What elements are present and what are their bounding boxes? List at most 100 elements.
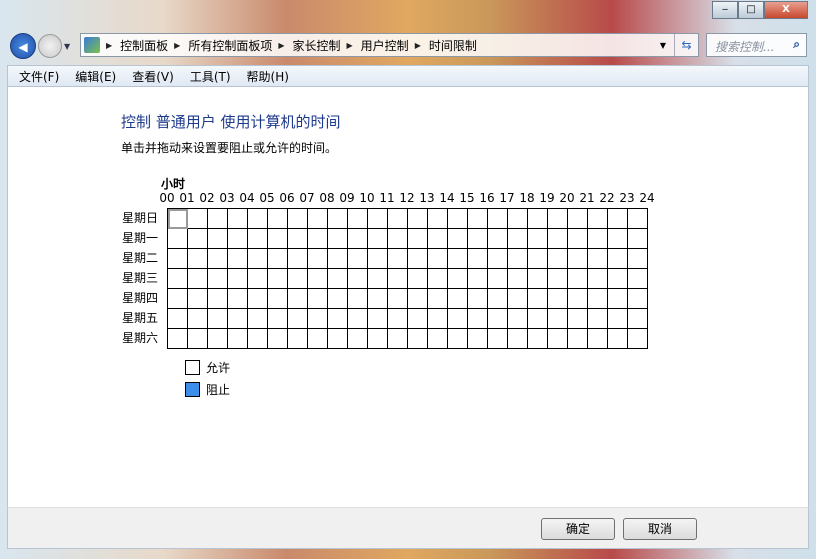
time-cell[interactable] xyxy=(268,309,288,329)
refresh-icon[interactable]: ⇆ xyxy=(674,34,698,56)
time-cell[interactable] xyxy=(628,209,648,229)
time-cell[interactable] xyxy=(468,249,488,269)
time-cell[interactable] xyxy=(408,289,428,309)
chevron-right-icon[interactable]: ▶ xyxy=(106,41,112,50)
time-cell[interactable] xyxy=(628,229,648,249)
search-icon[interactable]: ⌕ xyxy=(793,37,800,52)
time-cell[interactable] xyxy=(348,229,368,249)
time-cell[interactable] xyxy=(428,269,448,289)
time-cell[interactable] xyxy=(508,329,528,349)
time-cell[interactable] xyxy=(248,229,268,249)
time-cell[interactable] xyxy=(508,309,528,329)
chevron-right-icon[interactable]: ▶ xyxy=(415,41,421,50)
time-cell[interactable] xyxy=(628,249,648,269)
time-cell[interactable] xyxy=(528,309,548,329)
time-cell[interactable] xyxy=(448,269,468,289)
time-cell[interactable] xyxy=(548,209,568,229)
time-cell[interactable] xyxy=(308,249,328,269)
time-cell[interactable] xyxy=(388,309,408,329)
time-cell[interactable] xyxy=(328,209,348,229)
time-cell[interactable] xyxy=(248,269,268,289)
time-cell[interactable] xyxy=(228,269,248,289)
time-cell[interactable] xyxy=(488,209,508,229)
chevron-right-icon[interactable]: ▶ xyxy=(174,41,180,50)
time-cell[interactable] xyxy=(168,269,188,289)
time-cell[interactable] xyxy=(408,329,428,349)
time-cell[interactable] xyxy=(488,289,508,309)
time-cell[interactable] xyxy=(208,209,228,229)
time-cell[interactable] xyxy=(468,209,488,229)
time-cell[interactable] xyxy=(288,309,308,329)
time-cell[interactable] xyxy=(388,229,408,249)
time-cell[interactable] xyxy=(368,309,388,329)
time-cell[interactable] xyxy=(328,289,348,309)
time-cell[interactable] xyxy=(508,269,528,289)
time-cell[interactable] xyxy=(528,229,548,249)
time-cell[interactable] xyxy=(568,289,588,309)
time-cell[interactable] xyxy=(408,269,428,289)
time-cell[interactable] xyxy=(168,229,188,249)
time-cell[interactable] xyxy=(568,229,588,249)
minimize-button[interactable]: ‒ xyxy=(712,1,738,19)
time-cell[interactable] xyxy=(268,229,288,249)
time-cell[interactable] xyxy=(428,289,448,309)
time-cell[interactable] xyxy=(408,249,428,269)
time-cell[interactable] xyxy=(608,329,628,349)
time-cell[interactable] xyxy=(488,269,508,289)
time-cell[interactable] xyxy=(348,289,368,309)
time-cell[interactable] xyxy=(328,269,348,289)
time-cell[interactable] xyxy=(448,289,468,309)
time-grid[interactable] xyxy=(167,208,648,349)
maximize-button[interactable]: □ xyxy=(738,1,764,19)
time-cell[interactable] xyxy=(328,309,348,329)
time-cell[interactable] xyxy=(208,229,228,249)
time-cell[interactable] xyxy=(548,249,568,269)
time-cell[interactable] xyxy=(548,229,568,249)
time-cell[interactable] xyxy=(208,249,228,269)
time-cell[interactable] xyxy=(548,269,568,289)
time-cell[interactable] xyxy=(348,249,368,269)
time-cell[interactable] xyxy=(308,269,328,289)
time-cell[interactable] xyxy=(608,289,628,309)
menu-edit[interactable]: 编辑(E) xyxy=(75,68,116,85)
time-cell[interactable] xyxy=(308,229,328,249)
time-cell[interactable] xyxy=(208,289,228,309)
time-cell[interactable] xyxy=(428,209,448,229)
time-cell[interactable] xyxy=(388,249,408,269)
time-cell[interactable] xyxy=(608,229,628,249)
time-cell[interactable] xyxy=(188,329,208,349)
ok-button[interactable]: 确定 xyxy=(541,518,615,540)
time-cell[interactable] xyxy=(508,289,528,309)
time-cell[interactable] xyxy=(408,309,428,329)
time-cell[interactable] xyxy=(368,229,388,249)
time-cell[interactable] xyxy=(168,289,188,309)
time-cell[interactable] xyxy=(408,209,428,229)
chevron-right-icon[interactable]: ▶ xyxy=(278,41,284,50)
address-dropdown-icon[interactable]: ▼ xyxy=(660,41,666,50)
time-cell[interactable] xyxy=(588,329,608,349)
time-cell[interactable] xyxy=(628,269,648,289)
time-cell[interactable] xyxy=(228,289,248,309)
menu-view[interactable]: 查看(V) xyxy=(132,68,174,85)
time-cell[interactable] xyxy=(488,309,508,329)
cancel-button[interactable]: 取消 xyxy=(623,518,697,540)
time-cell[interactable] xyxy=(488,249,508,269)
back-arrow-icon[interactable]: ◀ xyxy=(10,33,36,59)
time-cell[interactable] xyxy=(548,329,568,349)
time-cell[interactable] xyxy=(268,209,288,229)
time-cell[interactable] xyxy=(468,229,488,249)
time-cell[interactable] xyxy=(288,209,308,229)
time-cell[interactable] xyxy=(288,229,308,249)
time-cell[interactable] xyxy=(368,329,388,349)
time-cell[interactable] xyxy=(188,289,208,309)
time-cell[interactable] xyxy=(348,269,368,289)
time-cell[interactable] xyxy=(488,229,508,249)
time-cell[interactable] xyxy=(528,289,548,309)
time-cell[interactable] xyxy=(528,209,548,229)
time-cell[interactable] xyxy=(368,249,388,269)
time-cell[interactable] xyxy=(328,249,348,269)
time-cell[interactable] xyxy=(568,209,588,229)
time-cell[interactable] xyxy=(508,249,528,269)
chevron-right-icon[interactable]: ▶ xyxy=(347,41,353,50)
time-cell[interactable] xyxy=(508,209,528,229)
